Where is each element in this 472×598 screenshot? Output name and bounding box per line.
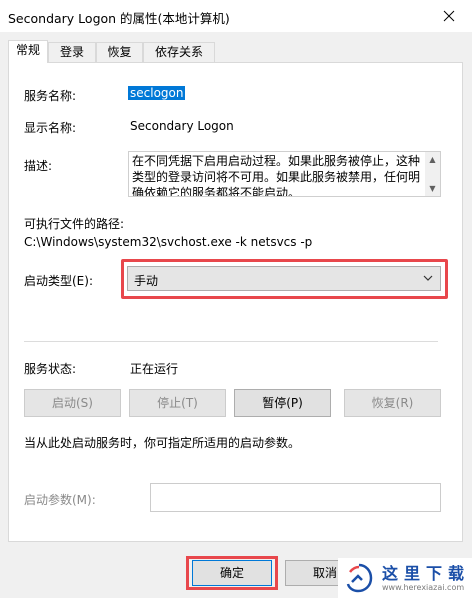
tab-logon[interactable]: 登录 [48, 42, 96, 62]
resume-button[interactable]: 恢复(R) [344, 389, 441, 417]
window-title: Secondary Logon 的属性(本地计算机) [8, 11, 230, 26]
display-name-label: 显示名称: [24, 121, 77, 135]
watermark-url: www.herexiazai.com [382, 583, 465, 592]
close-button[interactable] [426, 0, 472, 32]
close-icon [443, 10, 455, 22]
ok-button[interactable]: 确定 [192, 560, 272, 586]
description-label: 描述: [24, 159, 53, 173]
startup-type-select[interactable]: 手动 [127, 266, 441, 291]
chevron-down-icon [423, 275, 433, 281]
service-name-value[interactable]: seclogon [128, 86, 186, 100]
watermark-logo-icon [346, 563, 373, 593]
service-name-label: 服务名称: [24, 89, 77, 103]
exe-path-value: C:\Windows\system32\svchost.exe -k netsv… [24, 235, 313, 249]
tab-recovery[interactable]: 恢复 [96, 42, 143, 62]
stop-button[interactable]: 停止(T) [129, 389, 226, 417]
start-button[interactable]: 启动(S) [24, 389, 121, 417]
description-box[interactable]: 在不同凭据下启用启动过程。如果此服务被停止，这种类型的登录访问将不可用。如果此服… [128, 151, 441, 197]
display-name-value: Secondary Logon [130, 119, 234, 133]
pause-button[interactable]: 暂停(P) [234, 389, 331, 417]
scroll-down-icon[interactable]: ▼ [425, 181, 440, 196]
startup-type-value: 手动 [134, 274, 159, 288]
start-params-label: 启动参数(M): [24, 493, 96, 507]
watermark-text: 这里下载 [382, 564, 471, 583]
exe-path-label: 可执行文件的路径: [24, 217, 125, 231]
start-params-hint: 当从此处启动服务时，你可指定所适用的启动参数。 [24, 436, 301, 450]
start-params-input[interactable] [150, 483, 441, 512]
scroll-up-icon[interactable]: ▲ [425, 152, 440, 167]
status-label: 服务状态: [24, 362, 77, 376]
tab-general[interactable]: 常规 [8, 40, 48, 63]
description-text: 在不同凭据下启用启动过程。如果此服务被停止，这种类型的登录访问将不可用。如果此服… [132, 154, 421, 197]
separator [24, 341, 438, 342]
status-value: 正在运行 [130, 362, 179, 376]
tab-dependencies[interactable]: 依存关系 [143, 42, 215, 62]
watermark: 这里下载 www.herexiazai.com [338, 558, 472, 598]
description-scrollbar[interactable]: ▲ ▼ [425, 152, 440, 196]
startup-type-label: 启动类型(E): [24, 274, 93, 288]
title-bar: Secondary Logon 的属性(本地计算机) [0, 0, 472, 32]
general-panel [8, 62, 463, 542]
